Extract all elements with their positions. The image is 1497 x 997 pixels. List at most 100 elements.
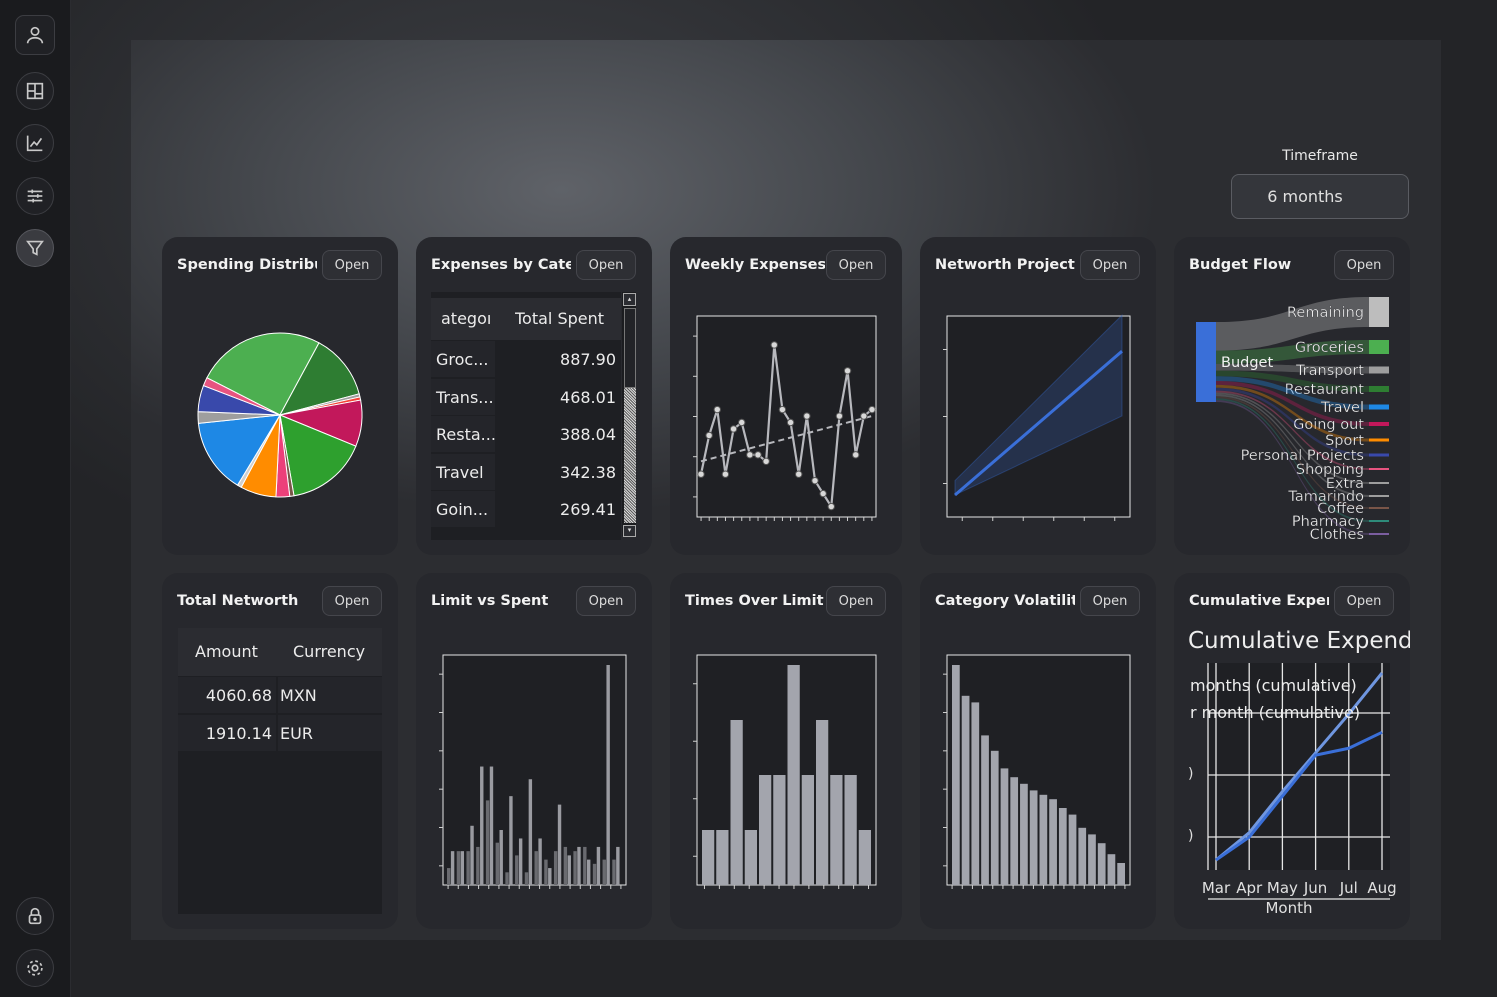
sankey-target-node (1369, 482, 1389, 484)
table-row[interactable]: Trans... 468.01 (431, 379, 621, 416)
dashboard-icon (26, 82, 44, 100)
header-total-spent[interactable]: Total Spent (515, 298, 615, 334)
lock-button[interactable] (16, 897, 54, 935)
times-over-limit-chart (693, 654, 877, 889)
cell-currency: MXN (278, 677, 382, 713)
bar-spent (470, 825, 474, 885)
spending-distribution-card: Spending Distribution Open (162, 237, 398, 555)
sankey-target-node (1369, 533, 1389, 535)
x-tick-label: Mar (1202, 879, 1231, 897)
sankey-label: Transport (1295, 363, 1364, 379)
table-row[interactable]: Goin... 269.41 (431, 491, 621, 528)
sankey-source-node (1196, 322, 1216, 402)
sankey-target-node (1369, 468, 1389, 470)
bar (702, 830, 715, 885)
bar-limit (592, 863, 597, 885)
limit-vs-spent-card: Limit vs Spent Open (416, 573, 652, 929)
data-point (738, 418, 746, 427)
sankey-target-node (1369, 453, 1389, 457)
user-button[interactable] (15, 15, 55, 55)
table-row[interactable]: Resta... 388.04 (431, 416, 621, 453)
bar-spent (557, 804, 562, 885)
cell-category: Trans... (431, 379, 495, 415)
bar-spent (489, 766, 494, 885)
bar (730, 720, 743, 885)
scroll-down-arrow-icon[interactable]: ▾ (623, 525, 636, 537)
bar (981, 735, 989, 885)
bar-spent (499, 830, 503, 885)
category-volatility-chart (943, 654, 1131, 889)
bar (830, 775, 843, 885)
filter-icon (26, 240, 44, 256)
scroll-up-arrow-icon[interactable]: ▴ (623, 293, 636, 306)
data-point (852, 451, 860, 459)
table-row[interactable]: 1910.14 EUR (178, 715, 382, 752)
bar (971, 702, 980, 885)
bar-spent (450, 851, 455, 885)
data-point (860, 412, 868, 420)
x-axis-label: Month (1265, 899, 1312, 917)
bar-spent (567, 855, 571, 885)
bar-limit (563, 846, 568, 885)
user-icon (26, 26, 44, 44)
cell-category: Travel (431, 454, 495, 490)
gear-icon (27, 960, 43, 976)
chart-title: Cumulative Expenditure — La (1188, 628, 1410, 654)
table-header: ategoı Total Spent (431, 298, 621, 340)
cell-amount: 4060.68 (178, 677, 276, 713)
table-row[interactable]: Travel 342.38 (431, 454, 621, 491)
data-point (811, 476, 819, 485)
bar-limit (447, 868, 451, 885)
sankey-target-node (1369, 386, 1389, 392)
scroll-thumb[interactable] (624, 308, 636, 388)
card-title: Total Networth (177, 593, 299, 609)
bar (858, 830, 871, 885)
table-row[interactable]: Groc... 887.90 (431, 341, 621, 378)
settings-sliders-button[interactable] (16, 177, 54, 215)
data-point (721, 470, 730, 478)
cumulative-expenditure-chart: Mar Apr May Jun Jul Aug Month Cumulative Expend… (1188, 628, 1410, 917)
table-row[interactable]: 4060.68 MXN (178, 677, 382, 714)
bar-spent (616, 846, 620, 885)
sankey-target-node (1369, 422, 1389, 426)
bar-limit (602, 859, 606, 885)
bar-spent (460, 851, 465, 885)
bar-spent (587, 859, 591, 885)
dashboard-button[interactable] (16, 72, 54, 110)
bar-spent (577, 846, 581, 885)
header-amount[interactable]: Amount (195, 628, 275, 676)
sankey-target-node (1369, 520, 1389, 522)
open-button[interactable]: Open (322, 586, 382, 616)
bar-limit (515, 855, 519, 885)
y-tick-label: ) (1188, 828, 1193, 844)
bar-limit (456, 851, 461, 885)
total-networth-card: Total Networth Open Amount Currency 4060… (162, 573, 398, 929)
bar (1020, 783, 1028, 885)
bar-limit (612, 859, 616, 885)
x-tick-label: Jun (1303, 879, 1327, 897)
category-volatility-card: Category Volatility Open (920, 573, 1156, 929)
bar (961, 695, 970, 885)
bar-limit (476, 846, 480, 885)
analytics-button[interactable] (16, 124, 54, 162)
header-currency[interactable]: Currency (293, 628, 378, 676)
bar-spent (548, 868, 552, 885)
sankey-target-node (1369, 297, 1389, 327)
header-category[interactable]: ategoı (441, 298, 491, 334)
sankey-label: Groceries (1295, 340, 1364, 356)
open-button[interactable]: Open (576, 250, 636, 280)
bar-spent (538, 838, 542, 885)
timeframe-select[interactable]: 6 months (1231, 174, 1409, 219)
sankey-label: Travel (1320, 400, 1364, 416)
bar (1058, 808, 1067, 885)
sankey-label: Remaining (1287, 305, 1364, 321)
networth-projection-card: Networth Projection Open (920, 237, 1156, 555)
bar-spent (518, 838, 523, 885)
cell-amount: 468.01 (497, 379, 621, 415)
table-scrollbar[interactable]: ▴ ▾ (622, 292, 636, 537)
cell-category: Groc... (431, 341, 495, 377)
settings-button[interactable] (16, 949, 54, 987)
data-point (754, 451, 762, 459)
filter-button[interactable] (16, 229, 54, 267)
bar (990, 750, 999, 885)
